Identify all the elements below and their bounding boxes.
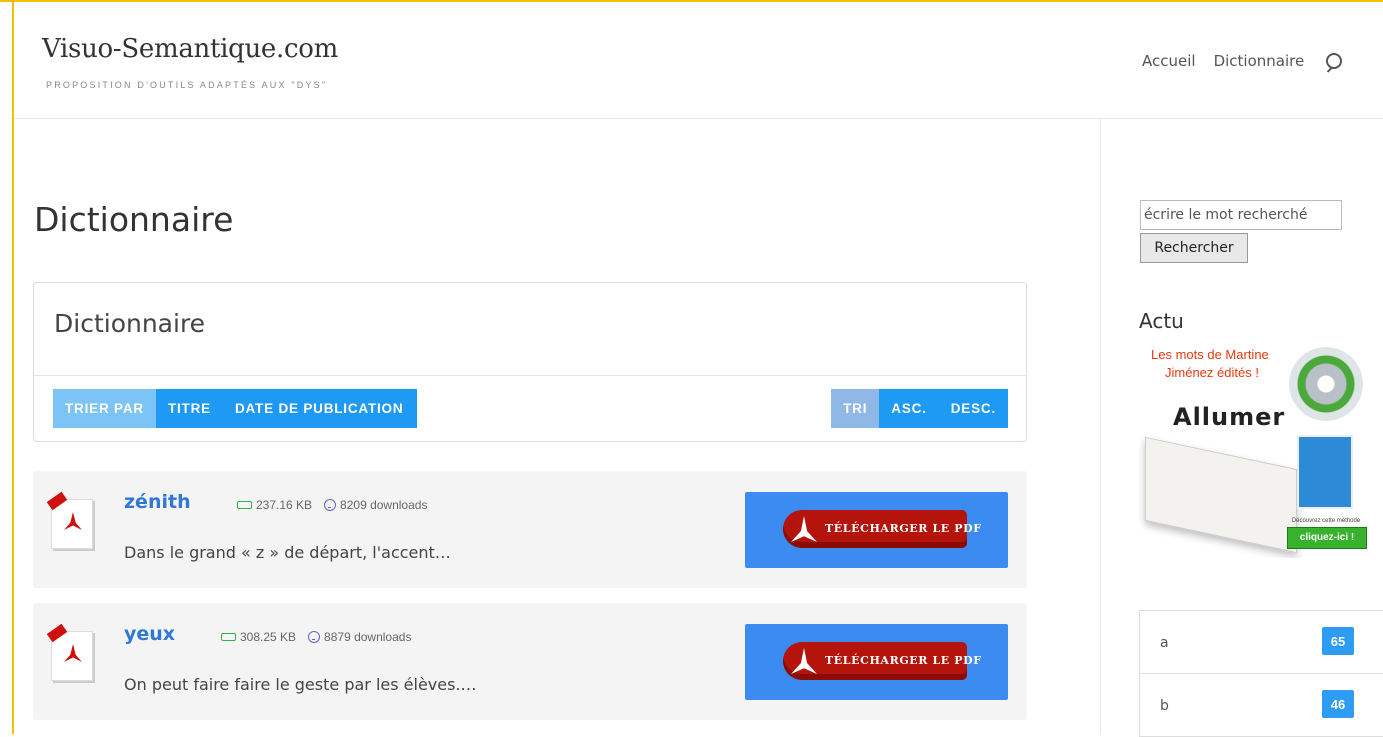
dictionary-panel: Dictionnaire TRIER PAR TITRE DATE DE PUB… — [33, 282, 1027, 442]
pdf-icon — [791, 516, 817, 542]
letter-count-badge: 65 — [1322, 627, 1354, 655]
promo-word: Allumer — [1173, 403, 1286, 431]
search-input[interactable] — [1140, 200, 1342, 230]
hdd-icon — [237, 501, 252, 509]
sort-by-date-button[interactable]: DATE DE PUBLICATION — [222, 389, 418, 428]
item-title-link[interactable]: yeux — [124, 623, 175, 645]
order-group: TRI ASC. DESC. — [831, 389, 1008, 428]
pdf-icon — [791, 648, 817, 674]
site-title[interactable]: Visuo-Semantique.com — [42, 34, 338, 64]
pdf-file-icon — [46, 623, 93, 681]
download-count-icon — [308, 631, 321, 643]
panel-title: Dictionnaire — [54, 309, 206, 338]
pdf-file-icon — [46, 491, 93, 549]
item-description: Dans le grand « z » de départ, l'accent… — [124, 543, 451, 562]
list-item: zénith 237.16 KB 8209 downloads Dans le … — [33, 471, 1027, 588]
item-downloads: 8209 downloads — [340, 498, 428, 512]
item-description: On peut faire faire le geste par les élè… — [124, 675, 477, 694]
promo-cta-button[interactable]: cliquez-ici ! — [1287, 527, 1367, 549]
site-header: Visuo-Semantique.com PROPOSITION D'OUTIL… — [14, 2, 1383, 119]
promo-line-2: Jiménez édités ! — [1165, 365, 1259, 380]
letter-row-b[interactable]: b 46 — [1140, 674, 1383, 736]
search-button[interactable]: Rechercher — [1140, 233, 1248, 263]
order-desc-button[interactable]: DESC. — [938, 389, 1008, 428]
promo-banner[interactable]: Les mots de Martine Jiménez édités ! All… — [1139, 343, 1371, 558]
item-size: 308.25 KB — [240, 630, 297, 644]
panel-divider — [34, 375, 1026, 376]
promo-line-1: Les mots de Martine — [1151, 347, 1269, 362]
sort-by-group: TRIER PAR TITRE DATE DE PUBLICATION — [53, 389, 418, 428]
hdd-icon — [221, 633, 236, 641]
download-pdf-badge: TÉLÉCHARGER LE PDF — [783, 510, 981, 548]
letter-count-badge: 46 — [1322, 690, 1354, 718]
nav-item-dictionnaire[interactable]: Dictionnaire — [1214, 52, 1305, 70]
letter-row-a[interactable]: a 65 — [1140, 611, 1383, 674]
nav-item-accueil[interactable]: Accueil — [1142, 52, 1196, 70]
sort-by-label: TRIER PAR — [53, 389, 156, 428]
download-count-icon — [324, 499, 337, 511]
item-meta: 308.25 KB 8879 downloads — [221, 630, 411, 644]
item-title-link[interactable]: zénith — [124, 491, 191, 513]
list-item: yeux 308.25 KB 8879 downloads On peut fa… — [33, 603, 1027, 720]
download-pdf-badge: TÉLÉCHARGER LE PDF — [783, 642, 981, 680]
download-pdf-label: TÉLÉCHARGER LE PDF — [825, 522, 982, 535]
download-pdf-label: TÉLÉCHARGER LE PDF — [825, 654, 982, 667]
actu-heading: Actu — [1139, 309, 1184, 333]
order-label: TRI — [831, 389, 880, 428]
letter-label: a — [1160, 635, 1169, 651]
order-asc-button[interactable]: ASC. — [879, 389, 939, 428]
download-pdf-button[interactable]: TÉLÉCHARGER LE PDF — [745, 492, 1008, 568]
sidebar-divider — [1100, 118, 1101, 734]
letter-index-list: a 65 b 46 — [1139, 610, 1383, 737]
download-pdf-button[interactable]: TÉLÉCHARGER LE PDF — [745, 624, 1008, 700]
item-downloads: 8879 downloads — [324, 630, 412, 644]
promo-cta-caption: Découvrez cette méthode — [1291, 518, 1361, 524]
search-icon[interactable] — [1326, 53, 1343, 69]
page-title: Dictionnaire — [34, 200, 234, 239]
letter-label: b — [1160, 698, 1169, 714]
main-nav: Accueil Dictionnaire — [1142, 52, 1343, 70]
item-size: 237.16 KB — [256, 498, 313, 512]
item-meta: 237.16 KB 8209 downloads — [237, 498, 427, 512]
promo-board-image — [1145, 436, 1297, 554]
site-tagline: PROPOSITION D'OUTILS ADAPTÉS AUX "DYS" — [46, 80, 328, 90]
promo-box-image — [1297, 435, 1353, 509]
promo-disc-image — [1289, 347, 1363, 421]
sort-by-title-button[interactable]: TITRE — [155, 389, 223, 428]
